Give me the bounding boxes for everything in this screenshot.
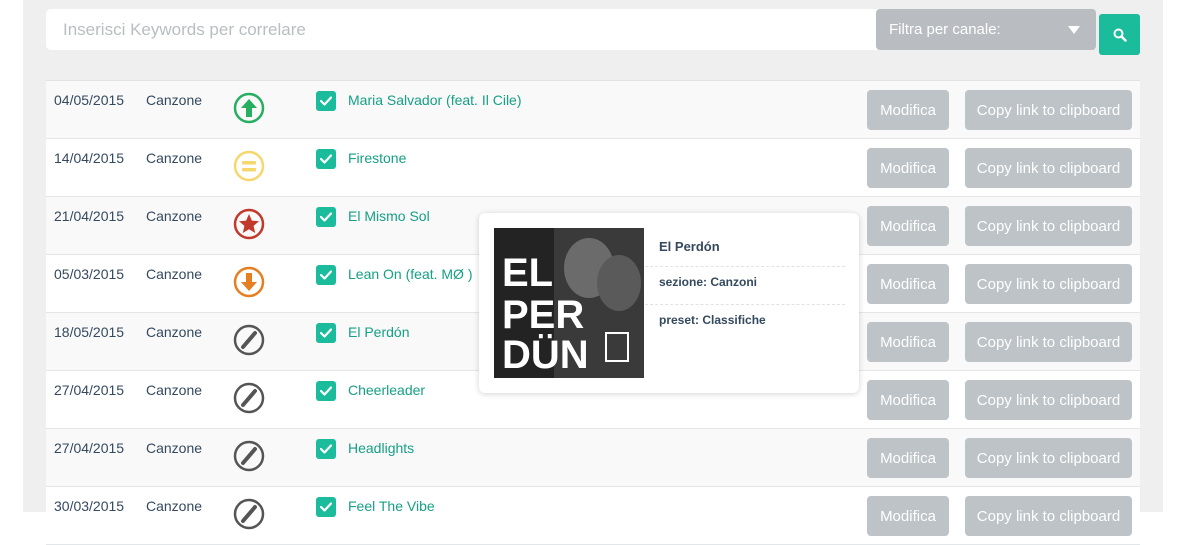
popover-preset: preset: Classifiche bbox=[659, 313, 766, 327]
caret-down-icon bbox=[1068, 25, 1080, 34]
check-icon bbox=[320, 444, 332, 454]
date-cell: 21/04/2015 bbox=[54, 208, 125, 224]
song-title-link[interactable]: El Mismo Sol bbox=[348, 208, 430, 224]
copy-link-button[interactable]: Copy link to clipboard bbox=[965, 264, 1132, 304]
copy-link-button[interactable]: Copy link to clipboard bbox=[965, 322, 1132, 362]
song-title-link[interactable]: El Perdón bbox=[348, 324, 409, 340]
edit-button[interactable]: Modifica bbox=[867, 148, 949, 188]
copy-link-button[interactable]: Copy link to clipboard bbox=[965, 380, 1132, 420]
divider bbox=[645, 266, 845, 267]
type-cell: Canzone bbox=[146, 382, 203, 398]
edit-button[interactable]: Modifica bbox=[867, 322, 949, 362]
no-data-icon bbox=[232, 323, 266, 357]
copy-link-button[interactable]: Copy link to clipboard bbox=[965, 438, 1132, 478]
table-row: 30/03/2015 Canzone Feel The Vibe Modifica Co… bbox=[46, 487, 1140, 545]
date-cell: 27/04/2015 bbox=[54, 382, 125, 398]
popover-section: sezione: Canzoni bbox=[659, 275, 758, 289]
row-checkbox[interactable] bbox=[316, 91, 336, 111]
song-title-link[interactable]: Cheerleader bbox=[348, 382, 425, 398]
search-icon bbox=[1113, 28, 1127, 42]
type-cell: Canzone bbox=[146, 266, 203, 282]
copy-link-button[interactable]: Copy link to clipboard bbox=[965, 496, 1132, 536]
type-cell: Canzone bbox=[146, 150, 203, 166]
table-row: 27/04/2015 Canzone Headlights Modifica Copy … bbox=[46, 429, 1140, 487]
song-title-link[interactable]: Lean On (feat. MØ ) bbox=[348, 266, 473, 282]
check-icon bbox=[320, 96, 332, 106]
date-cell: 05/03/2015 bbox=[54, 266, 125, 282]
table-row: 14/04/2015 Canzone Firestone Modifica Copy l… bbox=[46, 139, 1140, 197]
edit-button[interactable]: Modifica bbox=[867, 438, 949, 478]
check-icon bbox=[320, 212, 332, 222]
song-title-link[interactable]: Firestone bbox=[348, 150, 406, 166]
check-icon bbox=[320, 154, 332, 164]
check-icon bbox=[320, 328, 332, 338]
up-arrow-icon bbox=[232, 91, 266, 125]
row-checkbox[interactable] bbox=[316, 265, 336, 285]
search-button[interactable] bbox=[1099, 14, 1140, 55]
date-cell: 04/05/2015 bbox=[54, 92, 125, 108]
down-arrow-icon bbox=[232, 265, 266, 299]
song-title-link[interactable]: Maria Salvador (feat. Il Cile) bbox=[348, 92, 522, 108]
popover-title: El Perdón bbox=[659, 239, 720, 254]
row-checkbox[interactable] bbox=[316, 323, 336, 343]
edit-button[interactable]: Modifica bbox=[867, 496, 949, 536]
cover-text-line-2: PER bbox=[502, 293, 584, 337]
row-checkbox[interactable] bbox=[316, 207, 336, 227]
date-cell: 18/05/2015 bbox=[54, 324, 125, 340]
divider bbox=[645, 304, 845, 305]
row-checkbox[interactable] bbox=[316, 497, 336, 517]
copy-link-button[interactable]: Copy link to clipboard bbox=[965, 148, 1132, 188]
date-cell: 14/04/2015 bbox=[54, 150, 125, 166]
star-icon bbox=[232, 207, 266, 241]
type-cell: Canzone bbox=[146, 92, 203, 108]
copy-link-button[interactable]: Copy link to clipboard bbox=[965, 90, 1132, 130]
type-cell: Canzone bbox=[146, 208, 203, 224]
type-cell: Canzone bbox=[146, 440, 203, 456]
date-cell: 27/04/2015 bbox=[54, 440, 125, 456]
song-preview-popover: EL PER DÜN El Perdón sezione: Canzoni pr… bbox=[479, 213, 859, 393]
check-icon bbox=[320, 502, 332, 512]
check-icon bbox=[320, 270, 332, 280]
edit-button[interactable]: Modifica bbox=[867, 380, 949, 420]
no-data-icon bbox=[232, 497, 266, 531]
edit-button[interactable]: Modifica bbox=[867, 90, 949, 130]
no-data-icon bbox=[232, 381, 266, 415]
copy-link-button[interactable]: Copy link to clipboard bbox=[965, 206, 1132, 246]
keyword-search-input[interactable] bbox=[46, 9, 890, 50]
row-checkbox[interactable] bbox=[316, 439, 336, 459]
cover-text-line-3: DÜN bbox=[502, 332, 589, 377]
song-title-link[interactable]: Headlights bbox=[348, 440, 414, 456]
equal-icon bbox=[232, 149, 266, 183]
channel-filter-select[interactable]: Filtra per canale: bbox=[876, 9, 1096, 50]
cover-text-line-1: EL bbox=[502, 251, 553, 295]
row-checkbox[interactable] bbox=[316, 381, 336, 401]
no-data-icon bbox=[232, 439, 266, 473]
channel-filter-label: Filtra per canale: bbox=[889, 21, 1001, 38]
check-icon bbox=[320, 386, 332, 396]
type-cell: Canzone bbox=[146, 324, 203, 340]
edit-button[interactable]: Modifica bbox=[867, 264, 949, 304]
row-checkbox[interactable] bbox=[316, 149, 336, 169]
album-cover-image: EL PER DÜN bbox=[494, 228, 644, 378]
table-row: 04/05/2015 Canzone Maria Salvador (feat. I… bbox=[46, 81, 1140, 139]
edit-button[interactable]: Modifica bbox=[867, 206, 949, 246]
